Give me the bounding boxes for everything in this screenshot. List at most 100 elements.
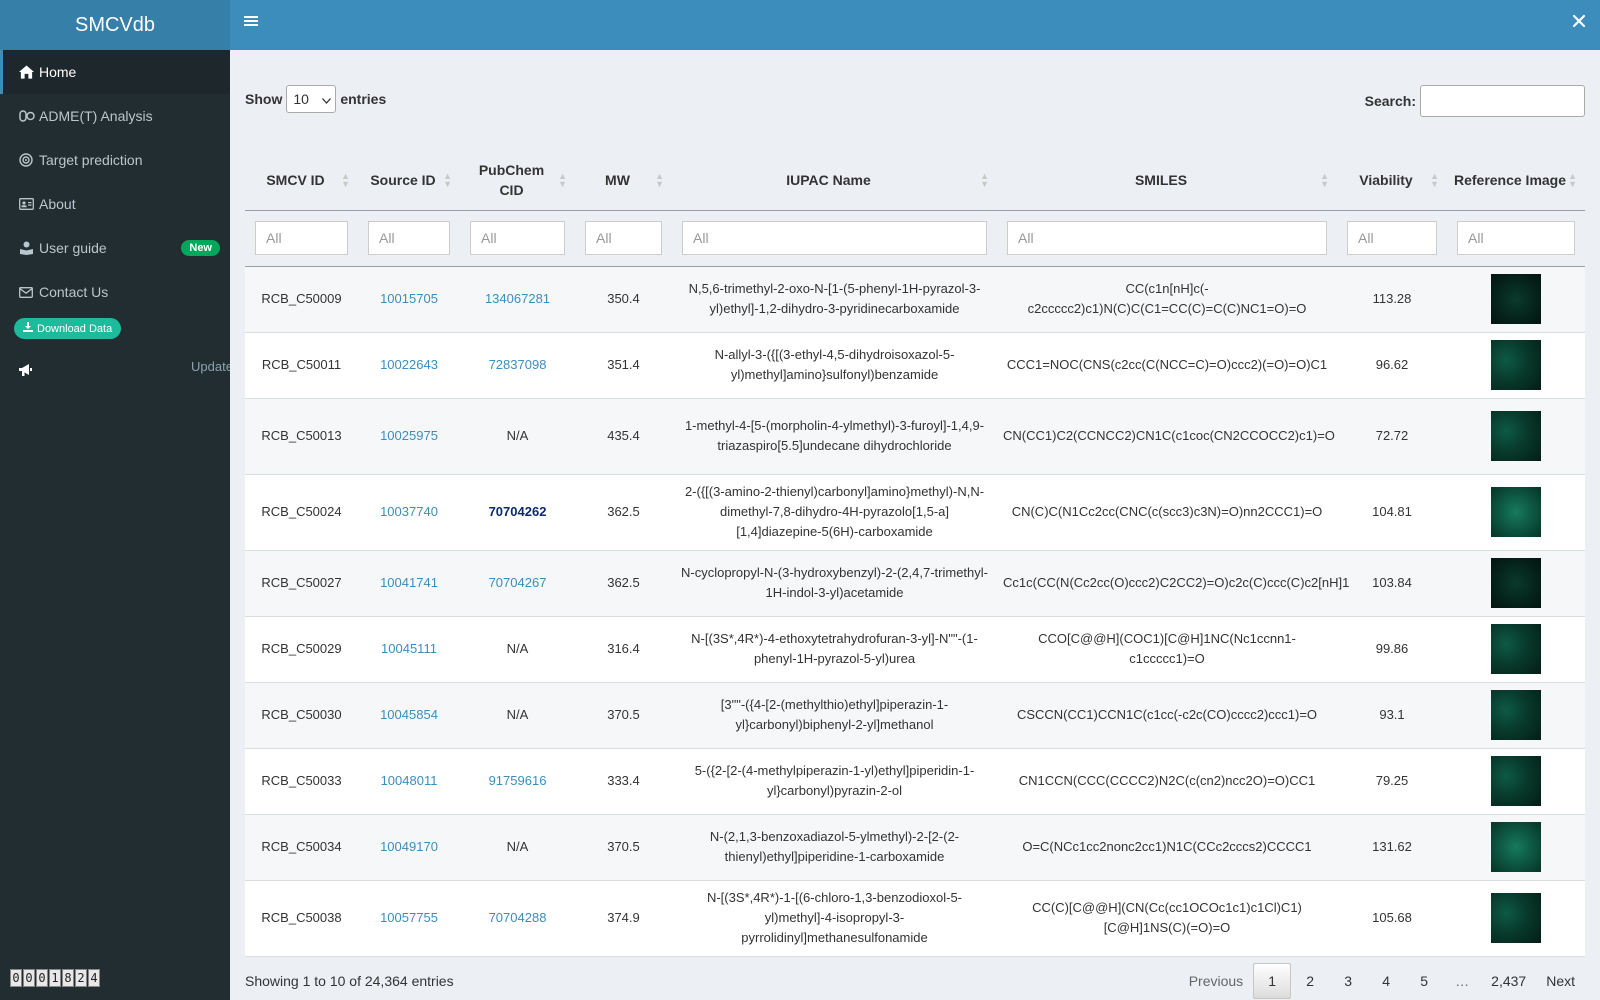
new-badge: New — [181, 240, 220, 256]
table-footer: Showing 1 to 10 of 24,364 entries Previo… — [245, 959, 1585, 1000]
pubchem-cid-link[interactable]: 72837098 — [489, 357, 547, 372]
cell-smcv-id: RCB_C50033 — [245, 748, 358, 815]
pubchem-cid-link[interactable]: 91759616 — [489, 773, 547, 788]
reference-image-thumbnail[interactable] — [1491, 411, 1541, 461]
filter-input-mw[interactable]: All — [585, 221, 662, 255]
filter-input-source-id[interactable]: All — [368, 221, 450, 255]
column-header-smiles[interactable]: SMILES ▲ ▼ — [997, 150, 1337, 211]
cell-iupac-name: N-(2,1,3-benzoxadiazol-5-ylmethyl)-2-[2-… — [672, 814, 997, 881]
source-id-link[interactable]: 10015705 — [380, 291, 438, 306]
source-id-link[interactable]: 10057755 — [380, 910, 438, 925]
sidebar-toggle-icon[interactable] — [244, 14, 258, 31]
search-control: Search: — [1365, 85, 1585, 117]
source-id-link[interactable]: 10045854 — [380, 707, 438, 722]
column-header-source-id[interactable]: Source ID ▲ ▼ — [358, 150, 460, 211]
sidebar-item-home[interactable]: Home — [0, 50, 230, 94]
app-logo[interactable]: SMCVdb — [0, 0, 230, 50]
table-row: RCB_C50009 10015705 134067281 350.4 N,5,… — [245, 266, 1585, 333]
reference-image-thumbnail[interactable] — [1491, 558, 1541, 608]
cell-smcv-id: RCB_C50024 — [245, 474, 358, 551]
pubchem-cid-link[interactable]: 70704267 — [489, 575, 547, 590]
source-id-link[interactable]: 10045111 — [381, 641, 437, 656]
reference-image-thumbnail[interactable] — [1491, 822, 1541, 872]
column-header-reference-image[interactable]: Reference Image ▲ ▼ — [1447, 150, 1585, 211]
filter-row: All All All All All All All All — [245, 210, 1585, 267]
pagination-page-2[interactable]: 2 — [1291, 963, 1329, 999]
reference-image-thumbnail[interactable] — [1491, 893, 1541, 943]
pagination-page-1[interactable]: 1 — [1253, 962, 1292, 999]
table-row: RCB_C50011 10022643 72837098 351.4 N-all… — [245, 332, 1585, 399]
column-header-pubchem-cid[interactable]: PubChem CID ▲ ▼ — [460, 150, 575, 211]
cell-mw: 316.4 — [575, 616, 672, 683]
source-id-link[interactable]: 10049170 — [380, 839, 438, 854]
sort-icon: ▲ ▼ — [980, 170, 989, 189]
reference-image-thumbnail[interactable] — [1491, 274, 1541, 324]
sort-icon: ▲ ▼ — [655, 170, 664, 189]
sidebar-item-target-prediction[interactable]: Target prediction — [0, 138, 230, 182]
cell-mw: 333.4 — [575, 748, 672, 815]
reference-image-thumbnail[interactable] — [1491, 487, 1541, 537]
pagination-previous[interactable]: Previous — [1179, 963, 1253, 999]
announcement-bar: Update — [0, 351, 230, 391]
cell-smiles: CCO[C@@H](COC1)[C@H]1NC(Nc1ccnn1-c1ccccc… — [997, 616, 1337, 683]
source-id-link[interactable]: 10037740 — [380, 504, 438, 519]
pagination-page-3[interactable]: 3 — [1329, 963, 1367, 999]
sort-icon: ▲ ▼ — [1320, 170, 1329, 189]
filter-input-reference-image[interactable]: All — [1457, 221, 1575, 255]
download-data-button[interactable]: Download Data — [14, 318, 122, 339]
cell-pubchem-cid: N/A — [460, 814, 575, 881]
cell-smiles: CC(c1n[nH]c(-c2ccccc2)c1)N(C)C(C1=CC(C)=… — [997, 266, 1337, 333]
cell-iupac-name: 2-({[(3-amino-2-thienyl)carbonyl]amino}m… — [672, 474, 997, 551]
sidebar-item-user-guide[interactable]: User guide New — [0, 226, 230, 270]
filter-input-smiles[interactable]: All — [1007, 221, 1327, 255]
main-content: Show 10 entries Search: SMCV ID ▲ ▼ Source… — [245, 50, 1585, 1000]
cell-smiles: CN(C)C(N1Cc2cc(CNC(c(scc3)c3N)=O)nn2CCC1… — [997, 474, 1337, 551]
cell-iupac-name: N-cyclopropyl-N-(3-hydroxybenzyl)-2-(2,4… — [672, 550, 997, 617]
reference-image-thumbnail[interactable] — [1491, 340, 1541, 390]
pagination-page-last[interactable]: 2,437 — [1481, 963, 1536, 999]
download-data-label: Download Data — [37, 322, 113, 335]
sidebar-item-label: Home — [39, 64, 77, 80]
column-header-smcv-id[interactable]: SMCV ID ▲ ▼ — [245, 150, 358, 211]
sort-icon: ▲ ▼ — [341, 170, 350, 189]
column-header-mw[interactable]: MW ▲ ▼ — [575, 150, 672, 211]
cell-smiles: CC(C)[C@@H](CN(Cc(cc1OCOc1c1)c1Cl)C1)[C@… — [997, 880, 1337, 957]
filter-input-viability[interactable]: All — [1347, 221, 1437, 255]
search-input[interactable] — [1420, 85, 1585, 117]
pagination-page-5[interactable]: 5 — [1405, 963, 1443, 999]
cell-mw: 374.9 — [575, 880, 672, 957]
filter-input-smcv-id[interactable]: All — [255, 221, 348, 255]
pagination-page-4[interactable]: 4 — [1367, 963, 1405, 999]
cell-iupac-name: N,5,6-trimethyl-2-oxo-N-[1-(5-phenyl-1H-… — [672, 266, 997, 333]
cell-iupac-name: N-allyl-3-({[(3-ethyl-4,5-dihydroisoxazo… — [672, 332, 997, 399]
source-id-link[interactable]: 10022643 — [380, 357, 438, 372]
cell-smiles: Cc1c(CC(N(Cc2cc(O)ccc2)C2CC2)=O)c2c(C)cc… — [997, 550, 1349, 617]
reference-image-thumbnail[interactable] — [1491, 624, 1541, 674]
source-id-link[interactable]: 10025975 — [380, 428, 438, 443]
reference-image-thumbnail[interactable] — [1491, 690, 1541, 740]
sidebar-item-label: Contact Us — [39, 284, 109, 300]
cell-pubchem-cid: N/A — [460, 398, 575, 475]
close-icon[interactable] — [1572, 14, 1586, 31]
entries-select-value: 10 — [293, 91, 309, 107]
cell-smcv-id: RCB_C50038 — [245, 880, 358, 957]
pagination-next[interactable]: Next — [1536, 963, 1585, 999]
sidebar-item-about[interactable]: About — [0, 182, 230, 226]
reference-image-thumbnail[interactable] — [1491, 756, 1541, 806]
source-id-link[interactable]: 10041741 — [380, 575, 438, 590]
pubchem-cid-link[interactable]: 70704288 — [489, 910, 547, 925]
cell-viability: 131.62 — [1337, 814, 1447, 881]
cell-viability: 96.62 — [1337, 332, 1447, 399]
entries-select[interactable]: 10 — [286, 85, 337, 113]
column-header-viability[interactable]: Viability ▲ ▼ — [1337, 150, 1447, 211]
pubchem-cid-link[interactable]: 70704262 — [489, 504, 547, 519]
cell-pubchem-cid: N/A — [460, 616, 575, 683]
pubchem-cid-link[interactable]: 134067281 — [485, 291, 550, 306]
filter-input-pubchem-cid[interactable]: All — [470, 221, 565, 255]
source-id-link[interactable]: 10048011 — [381, 773, 438, 788]
sidebar-item-admet[interactable]: ADME(T) Analysis — [0, 94, 230, 138]
column-header-iupac-name[interactable]: IUPAC Name ▲ ▼ — [672, 150, 997, 211]
filter-input-iupac-name[interactable]: All — [682, 221, 987, 255]
cell-viability: 72.72 — [1337, 398, 1447, 475]
sidebar-item-contact-us[interactable]: Contact Us — [0, 270, 230, 314]
